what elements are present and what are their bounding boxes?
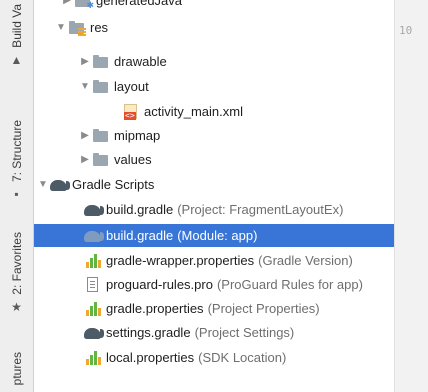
properties-file-icon [84,253,102,269]
tree-item-label: activity_main.xml [144,104,243,119]
favorites-tab-label: 2: Favorites [9,232,24,295]
tree-item-hint: (Gradle Version) [258,253,353,268]
expanded-arrow-icon[interactable]: ▼ [54,22,68,33]
tree-item-label: build.gradle [106,228,174,243]
gradle-elephant-icon [50,177,70,193]
tree-item-label: Gradle Scripts [72,177,155,192]
tree-item-gradle-properties[interactable]: gradle.properties (Project Properties) [34,297,394,320]
tree-item-hint: (Module: app) [177,228,258,243]
tree-item-label: local.properties [106,350,195,365]
tree-item-drawable[interactable]: ▶ drawable [34,50,394,73]
gradle-elephant-icon [84,202,104,218]
collapsed-arrow-icon[interactable]: ▶ [78,130,92,141]
tree-item-build-gradle-module[interactable]: build.gradle (Module: app) [34,224,394,247]
tree-item-label: gradle.properties [106,301,204,316]
tree-item-label: values [114,152,152,167]
favorites-tab[interactable]: 2: Favorites ★ [0,232,33,313]
gradle-elephant-icon [84,228,104,244]
properties-file-icon [84,350,102,366]
structure-tab[interactable]: 7: Structure ▪ [0,120,33,200]
collapsed-arrow-icon[interactable]: ▶ [78,56,92,67]
tree-item-mipmap[interactable]: ▶ mipmap [34,124,394,147]
tree-item-activity-main[interactable]: activity_main.xml [34,100,394,123]
star-icon: ★ [11,299,22,314]
build-variants-tab[interactable]: Build Va ▲ [0,4,33,66]
generated-folder-icon [74,0,94,11]
tree-item-label: res [90,20,109,35]
folder-icon [92,152,110,168]
line-number: 10 [399,24,413,37]
tool-window-strip: Build Va ▲ 7: Structure ▪ 2: Favorites ★… [0,0,34,392]
res-folder-icon [68,20,86,36]
tree-item-label: gradle-wrapper.properties [106,253,255,268]
tree-item-res[interactable]: ▼ res [34,16,394,39]
android-icon: ▲ [10,52,23,67]
tree-item-label: drawable [114,54,167,69]
folder-icon [92,79,110,95]
expanded-arrow-icon[interactable]: ▼ [36,179,50,190]
tree-item-layout[interactable]: ▼ layout [34,75,394,98]
tree-item-build-gradle-project[interactable]: build.gradle (Project: FragmentLayoutEx) [34,198,394,221]
tree-item-settings-gradle[interactable]: settings.gradle (Project Settings) [34,321,394,344]
expanded-arrow-icon[interactable]: ▼ [78,81,92,92]
tree-item-label: proguard-rules.pro [106,277,213,292]
tree-item-values[interactable]: ▶ values [34,148,394,171]
text-file-icon [84,276,102,293]
editor-gutter: 10 [394,0,428,392]
tree-item-label: settings.gradle [106,325,191,340]
tree-item-hint: (Project Properties) [207,301,320,316]
tree-item-gradle-wrapper[interactable]: gradle-wrapper.properties (Gradle Versio… [34,249,394,272]
tree-item-gradle-scripts[interactable]: ▼ Gradle Scripts [34,173,394,196]
structure-icon: ▪ [14,187,19,202]
xml-file-icon [122,103,140,120]
folder-icon [92,54,110,70]
build-variants-tab-label: Build Va [9,4,24,48]
gradle-elephant-icon [84,325,104,341]
tree-item-hint: (SDK Location) [198,350,287,365]
tree-item-label: layout [114,79,149,94]
tree-item-proguard[interactable]: proguard-rules.pro (ProGuard Rules for a… [34,273,394,296]
tree-item-label: build.gradle [106,202,174,217]
captures-tab[interactable]: ptures [0,352,33,385]
collapsed-arrow-icon[interactable]: ▶ [60,0,74,6]
tree-item-hint: (ProGuard Rules for app) [216,277,363,292]
tree-item-local-properties[interactable]: local.properties (SDK Location) [34,346,394,369]
collapsed-arrow-icon[interactable]: ▶ [78,154,92,165]
tree-item-hint: (Project Settings) [194,325,295,340]
structure-tab-label: 7: Structure [9,120,24,183]
project-tree[interactable]: ▶ generatedJava ▼ res ▶ drawable ▼ layou… [34,0,394,392]
properties-file-icon [84,301,102,317]
captures-tab-label: ptures [9,352,24,386]
tree-item-label: generatedJava [96,0,183,8]
folder-icon [92,128,110,144]
tree-item-label: mipmap [114,128,161,143]
tree-item-hint: (Project: FragmentLayoutEx) [177,202,344,217]
tree-item-generated-java[interactable]: ▶ generatedJava [34,0,394,12]
